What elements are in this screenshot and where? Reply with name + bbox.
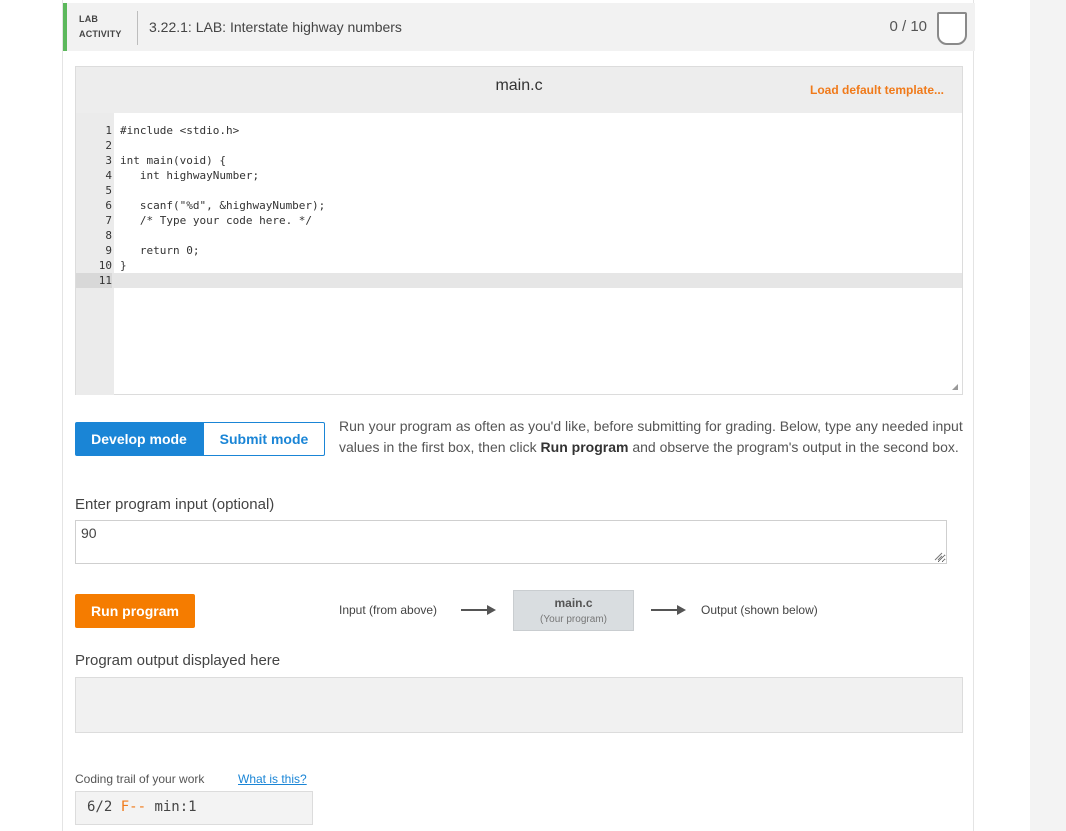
line-number: 6 — [105, 199, 112, 212]
instructions-bold: Run program — [540, 439, 629, 455]
flow-file-sub: (Your program) — [540, 614, 607, 625]
code-text[interactable]: int highwayNumber; — [120, 168, 259, 183]
lab-label-line2: ACTIVITY — [79, 29, 122, 39]
code-line[interactable]: 5 — [76, 183, 962, 198]
code-text[interactable]: int main(void) { — [120, 153, 226, 168]
program-input-label: Enter program input (optional) — [75, 496, 275, 513]
arrow-right-icon — [461, 605, 496, 615]
code-line[interactable]: 9 return 0; — [76, 243, 962, 258]
arrow-right-icon — [651, 605, 686, 615]
page-right-gutter — [1030, 0, 1066, 831]
code-editor[interactable]: main.c Load default template... 1 #includ… — [75, 66, 963, 395]
code-line[interactable]: 10} — [76, 258, 962, 273]
line-number: 4 — [105, 169, 112, 182]
code-line[interactable]: 8 — [76, 228, 962, 243]
line-number: 5 — [105, 184, 112, 197]
line-number: 11 — [76, 273, 112, 288]
code-text[interactable]: scanf("%d", &highwayNumber); — [120, 198, 325, 213]
what-is-this-link[interactable]: What is this? — [238, 772, 307, 786]
submit-mode-button[interactable]: Submit mode — [203, 422, 325, 456]
line-number: 10 — [98, 259, 112, 272]
line-number: 1 — [105, 124, 112, 137]
lab-activity-card: LAB ACTIVITY 3.22.1: LAB: Interstate hig… — [62, 0, 975, 831]
flow-file-name: main.c — [554, 596, 593, 610]
trail-prefix: 6/2 — [87, 799, 121, 815]
code-text[interactable]: #include <stdio.h> — [120, 123, 239, 138]
lab-label-line1: LAB — [79, 14, 99, 24]
code-line[interactable]: 1 #include <stdio.h> — [76, 123, 962, 138]
coding-trail-box: 6/2 F-- min:1 — [75, 791, 313, 825]
program-output-label: Program output displayed here — [75, 652, 281, 669]
mode-toggle: Develop mode Submit mode — [75, 422, 325, 456]
lab-title: 3.22.1: LAB: Interstate highway numbers — [149, 19, 402, 35]
code-text[interactable]: /* Type your code here. */ — [120, 213, 312, 228]
instructions-text-2: and observe the program's output in the … — [628, 439, 959, 455]
code-line[interactable]: 3 int main(void) { — [76, 153, 962, 168]
flow-input-label: Input (from above) — [339, 603, 438, 617]
code-line[interactable]: 7 /* Type your code here. */ — [76, 213, 962, 228]
input-resize-grip-icon[interactable] — [933, 551, 943, 561]
code-line[interactable]: 4 int highwayNumber; — [76, 168, 962, 183]
code-line[interactable]: 6 scanf("%d", &highwayNumber); — [76, 198, 962, 213]
score-text: 0 / 10 — [889, 18, 927, 35]
code-line[interactable]: 11 — [76, 273, 962, 288]
score-badge-icon — [937, 12, 967, 45]
header-divider — [137, 11, 138, 45]
trail-flag: F-- — [120, 799, 147, 815]
code-lines[interactable]: 1 #include <stdio.h> 2 3 int main(void) {4 i… — [76, 123, 962, 288]
run-program-button[interactable]: Run program — [75, 594, 195, 628]
line-number: 8 — [105, 229, 112, 242]
flow-program-box: main.c (Your program) — [513, 590, 634, 631]
load-default-template-link[interactable]: Load default template... — [810, 83, 944, 97]
editor-resize-grip-icon[interactable] — [952, 384, 958, 390]
develop-mode-button[interactable]: Develop mode — [75, 422, 203, 456]
line-number: 7 — [105, 214, 112, 227]
lab-activity-label: LAB ACTIVITY — [79, 12, 122, 42]
program-output-box — [75, 677, 963, 733]
editor-toolbar: main.c Load default template... — [76, 67, 962, 113]
trail-suffix: min:1 — [146, 799, 197, 815]
line-number: 2 — [105, 139, 112, 152]
program-input-field[interactable]: 90 — [75, 520, 947, 564]
run-instructions: Run your program as often as you'd like,… — [339, 416, 963, 458]
lab-header: LAB ACTIVITY 3.22.1: LAB: Interstate hig… — [63, 3, 975, 51]
line-number: 9 — [105, 244, 112, 257]
coding-trail-label: Coding trail of your work — [75, 772, 205, 786]
code-text[interactable]: return 0; — [120, 243, 200, 258]
flow-output-label: Output (shown below) — [701, 603, 818, 617]
line-number: 3 — [105, 154, 112, 167]
code-text[interactable]: } — [120, 258, 127, 273]
code-line[interactable]: 2 — [76, 138, 962, 153]
